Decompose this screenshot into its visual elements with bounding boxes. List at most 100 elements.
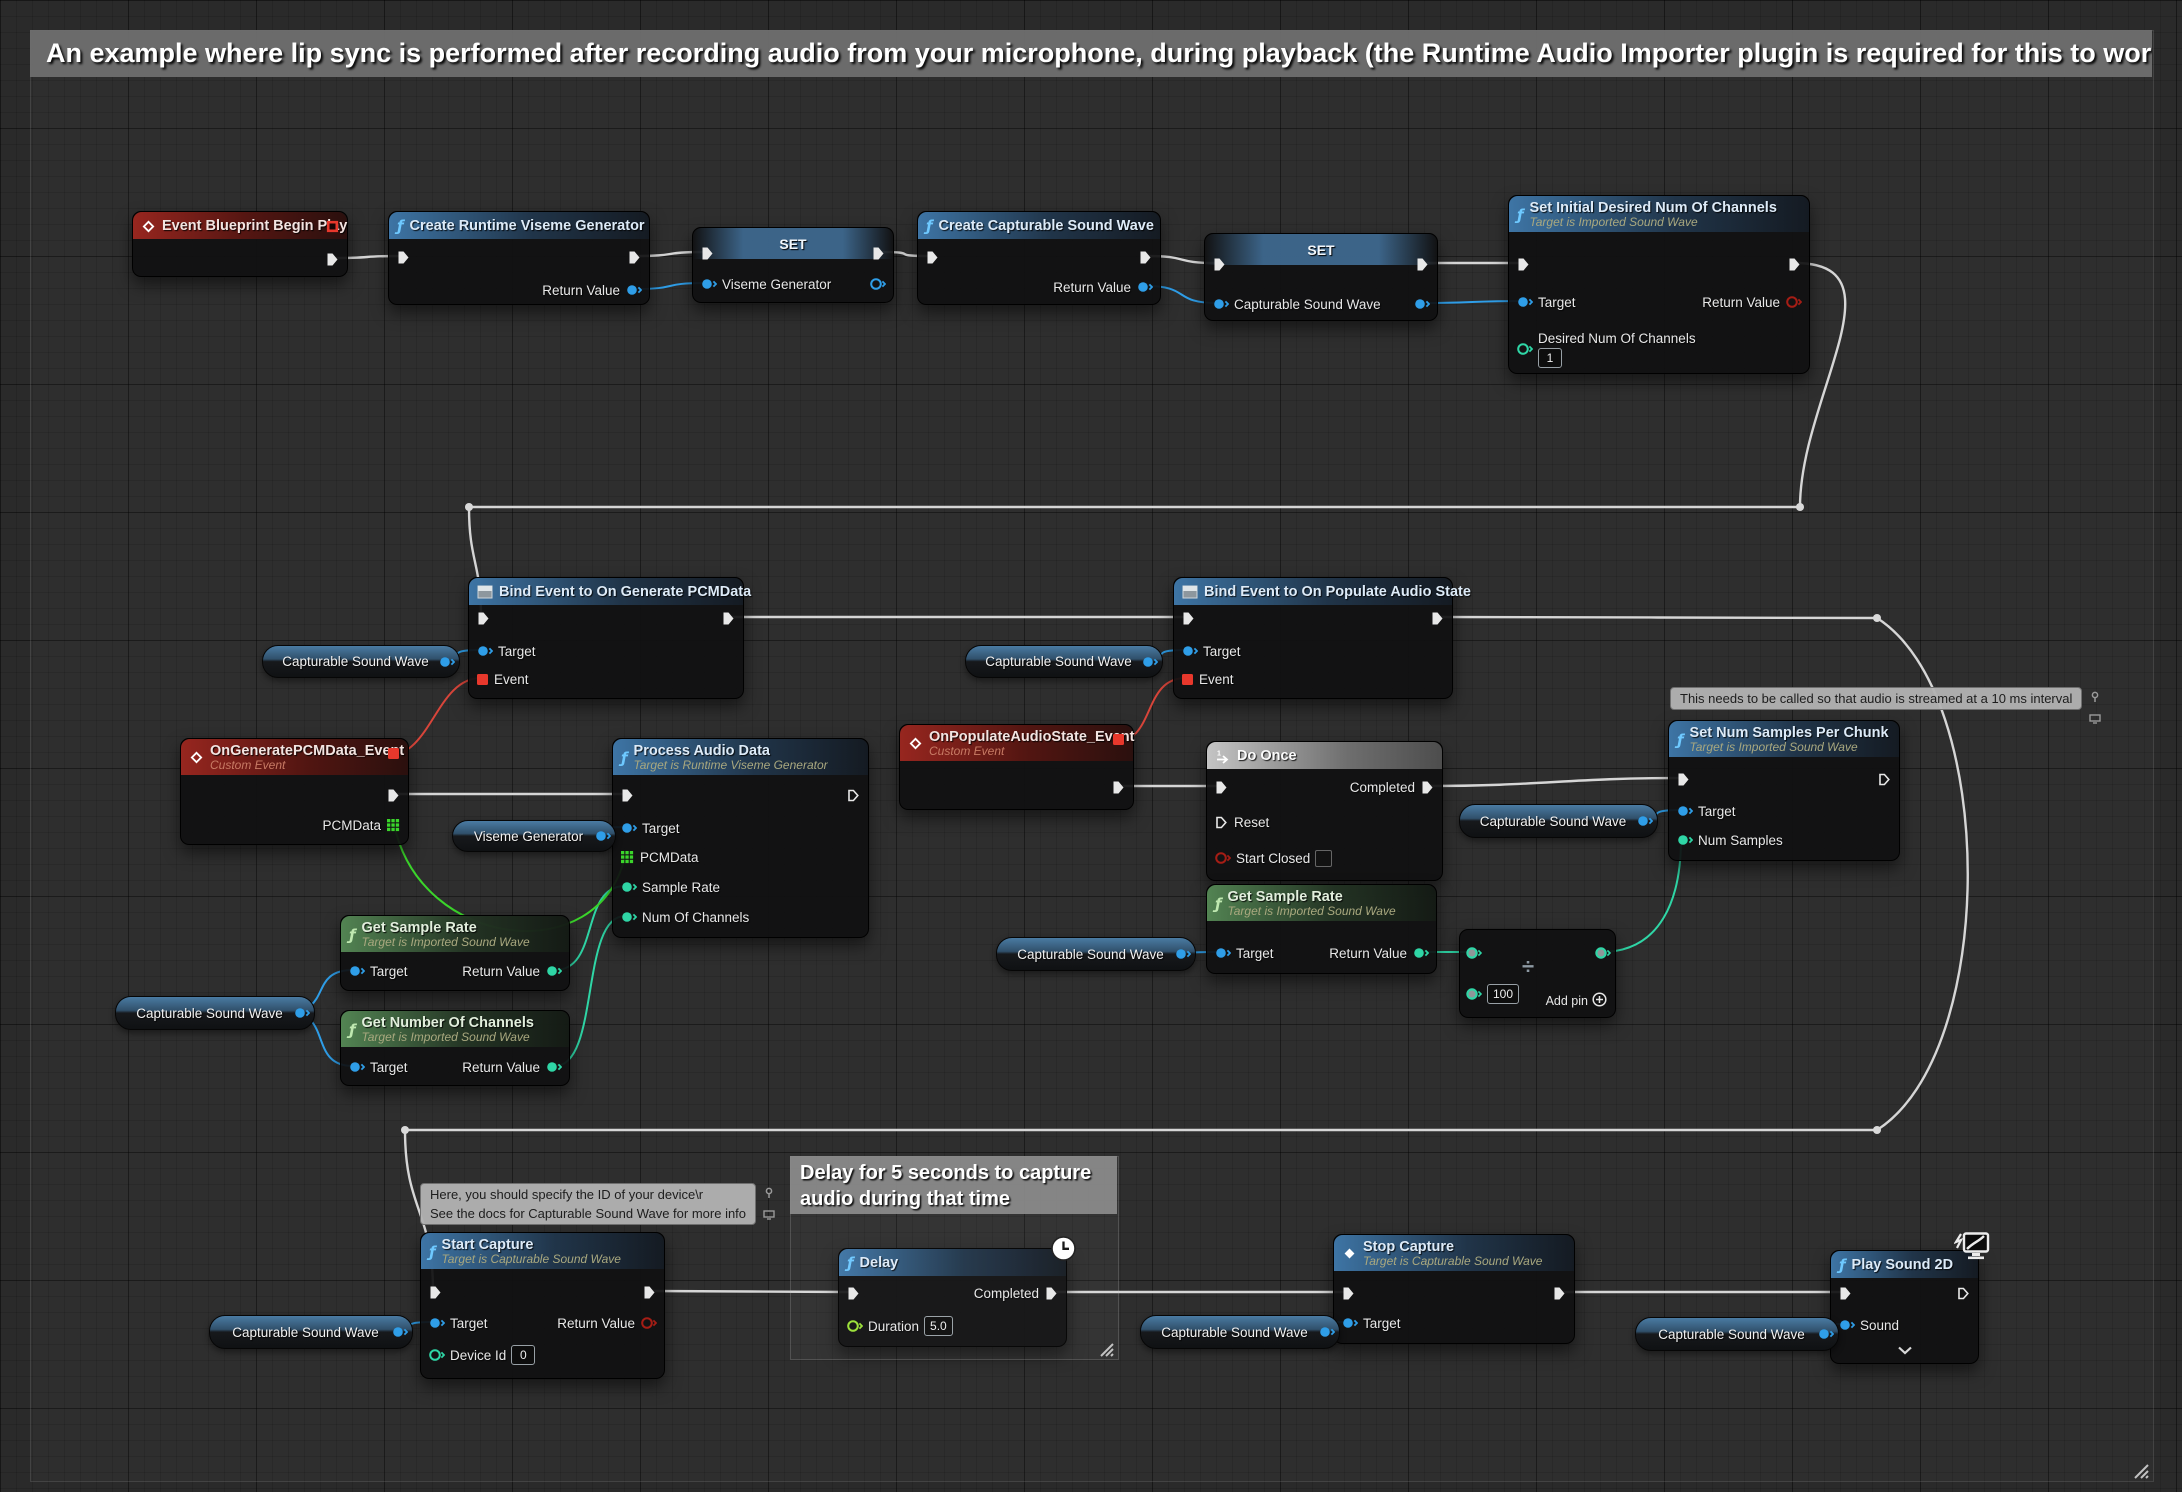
exec-pin-in[interactable] xyxy=(1341,1286,1356,1301)
comment-visibility-icon[interactable] xyxy=(2089,710,2101,729)
main-comment-title[interactable]: An example where lip sync is performed a… xyxy=(30,30,2152,77)
comment-delay-header[interactable]: Delay for 5 seconds to captureaudio duri… xyxy=(790,1156,1117,1214)
object-pin-out[interactable] xyxy=(1318,1324,1335,1340)
pin-value-field[interactable]: 0 xyxy=(511,1345,535,1365)
divide-input-pin-b[interactable] xyxy=(1465,986,1482,1002)
pill-capturable-sound-wave-1[interactable]: Capturable Sound Wave xyxy=(262,645,460,678)
stop-capture[interactable]: Stop CaptureTarget is Capturable Sound W… xyxy=(1333,1234,1575,1344)
exec-pin-in[interactable] xyxy=(1214,780,1229,795)
int-pin-in[interactable] xyxy=(620,879,637,895)
resize-handle-main[interactable] xyxy=(2131,1461,2149,1479)
int-pin-in[interactable] xyxy=(428,1347,445,1363)
object-pin-in[interactable] xyxy=(1516,294,1533,310)
object-pin-in[interactable] xyxy=(1676,803,1693,819)
exec-pin-out[interactable] xyxy=(1111,780,1126,795)
exec-pin-out[interactable] xyxy=(1415,257,1430,272)
object-pin-out[interactable] xyxy=(869,276,886,292)
object-pin-in[interactable] xyxy=(476,643,493,659)
blueprint-graph-canvas[interactable]: An example where lip sync is performed a… xyxy=(0,0,2182,1492)
exec-pin-out[interactable] xyxy=(871,246,886,261)
object-pin-out[interactable] xyxy=(1141,654,1158,670)
bubble-device-id[interactable]: Here, you should specify the ID of your … xyxy=(420,1183,756,1225)
int-pin-in[interactable] xyxy=(620,909,637,925)
resize-handle[interactable] xyxy=(1098,1341,1114,1357)
onpopulateaudiostate-event[interactable]: OnPopulateAudioState_EventCustom Event xyxy=(899,724,1134,810)
exec-pin-out[interactable] xyxy=(846,788,861,803)
exec-pin-in[interactable] xyxy=(428,1285,443,1300)
object-pin-in[interactable] xyxy=(1214,945,1231,961)
bool-pin-out[interactable] xyxy=(640,1315,657,1331)
exec-pin-out[interactable] xyxy=(1956,1286,1971,1301)
get-number-of-channels[interactable]: ƒGet Number Of ChannelsTarget is Importe… xyxy=(340,1010,570,1086)
add-pin-button[interactable]: Add pin xyxy=(1546,992,1607,1010)
exec-pin-out[interactable] xyxy=(1138,250,1153,265)
object-pin-in[interactable] xyxy=(1838,1317,1855,1333)
delegate-pin-in[interactable] xyxy=(476,673,489,686)
expand-chevron-icon[interactable] xyxy=(1897,1342,1913,1360)
process-audio-data[interactable]: ƒProcess Audio DataTarget is Runtime Vis… xyxy=(612,738,869,938)
exec-pin-out[interactable] xyxy=(627,250,642,265)
pill-viseme-generator[interactable]: Viseme Generator xyxy=(452,820,616,852)
int-pin-out[interactable] xyxy=(1412,945,1429,961)
object-pin-out[interactable] xyxy=(625,282,642,298)
divide-node[interactable]: 100÷Add pin xyxy=(1459,929,1616,1018)
exec-pin-in[interactable] xyxy=(1516,257,1531,272)
exec-pin-out[interactable] xyxy=(1420,780,1435,795)
object-pin-out[interactable] xyxy=(1636,813,1653,829)
exec-pin-in[interactable] xyxy=(1838,1286,1853,1301)
set-num-samples-per-chunk[interactable]: ƒSet Num Samples Per ChunkTarget is Impo… xyxy=(1668,720,1900,861)
comment-visibility-icon[interactable] xyxy=(763,1206,775,1225)
object-pin-out[interactable] xyxy=(1136,279,1153,295)
delegate-pin-header[interactable] xyxy=(387,747,400,760)
object-pin-out[interactable] xyxy=(1174,946,1191,962)
exec-pin-out[interactable] xyxy=(325,252,340,267)
object-pin-in[interactable] xyxy=(700,276,717,292)
exec-pin-out[interactable] xyxy=(1430,611,1445,626)
create-runtime-viseme-generator[interactable]: ƒCreate Runtime Viseme GeneratorReturn V… xyxy=(388,211,650,305)
int-pin-out[interactable] xyxy=(545,1059,562,1075)
exec-pin-in[interactable] xyxy=(1214,815,1229,830)
pill-capturable-sound-wave-8[interactable]: Capturable Sound Wave xyxy=(1635,1317,1839,1351)
object-pin-out[interactable] xyxy=(1817,1326,1834,1342)
delegate-pin-header[interactable] xyxy=(326,220,339,233)
int-pin-in[interactable] xyxy=(1676,832,1693,848)
delegate-pin-header[interactable] xyxy=(1112,733,1125,746)
event-blueprint-begin-play[interactable]: Event Blueprint Begin Play xyxy=(132,211,348,277)
exec-pin-in[interactable] xyxy=(1212,257,1227,272)
pill-capturable-sound-wave-5[interactable]: Capturable Sound Wave xyxy=(1459,804,1658,838)
exec-pin-in[interactable] xyxy=(476,611,491,626)
exec-pin-in[interactable] xyxy=(700,246,715,261)
bind-event-to-on-generate-pcmdata[interactable]: Bind Event to On Generate PCMDataTargetE… xyxy=(468,577,744,699)
array-pin-out[interactable] xyxy=(386,818,401,833)
int-pin-in[interactable] xyxy=(1516,341,1533,357)
pill-capturable-sound-wave-2[interactable]: Capturable Sound Wave xyxy=(965,645,1163,678)
exec-pin-in[interactable] xyxy=(1181,611,1196,626)
start-closed-checkbox[interactable] xyxy=(1315,850,1332,867)
exec-pin-in[interactable] xyxy=(396,250,411,265)
do-once[interactable]: 1Do OnceCompletedResetStart Closed xyxy=(1206,741,1443,881)
exec-pin-out[interactable] xyxy=(1877,772,1892,787)
object-pin-out[interactable] xyxy=(438,654,455,670)
divide-output-pin[interactable] xyxy=(1594,945,1611,961)
object-pin-in[interactable] xyxy=(348,963,365,979)
object-pin-in[interactable] xyxy=(428,1315,445,1331)
object-pin-in[interactable] xyxy=(1341,1315,1358,1331)
int-pin-out[interactable] xyxy=(545,963,562,979)
object-pin-out[interactable] xyxy=(594,828,611,844)
ongeneratepcmdata-event[interactable]: OnGeneratePCMData_EventCustom EventPCMDa… xyxy=(180,738,409,845)
bool-pin-out[interactable] xyxy=(1785,294,1802,310)
pill-capturable-sound-wave-3[interactable]: Capturable Sound Wave xyxy=(115,996,315,1030)
pin-toggle-icon[interactable] xyxy=(763,1185,775,1204)
object-pin-out[interactable] xyxy=(1413,296,1430,312)
object-pin-out[interactable] xyxy=(293,1005,310,1021)
delegate-pin-in[interactable] xyxy=(1181,673,1194,686)
pin-value-field[interactable]: 1 xyxy=(1538,348,1562,368)
get-sample-rate-left[interactable]: ƒGet Sample RateTarget is Imported Sound… xyxy=(340,915,570,991)
exec-pin-in[interactable] xyxy=(620,788,635,803)
exec-pin-out[interactable] xyxy=(721,611,736,626)
bool-pin-in[interactable] xyxy=(1214,850,1231,866)
pill-capturable-sound-wave-6[interactable]: Capturable Sound Wave xyxy=(209,1315,413,1349)
create-capturable-sound-wave[interactable]: ƒCreate Capturable Sound WaveReturn Valu… xyxy=(917,211,1161,305)
exec-pin-in[interactable] xyxy=(925,250,940,265)
pill-capturable-sound-wave-7[interactable]: Capturable Sound Wave xyxy=(1140,1315,1340,1349)
